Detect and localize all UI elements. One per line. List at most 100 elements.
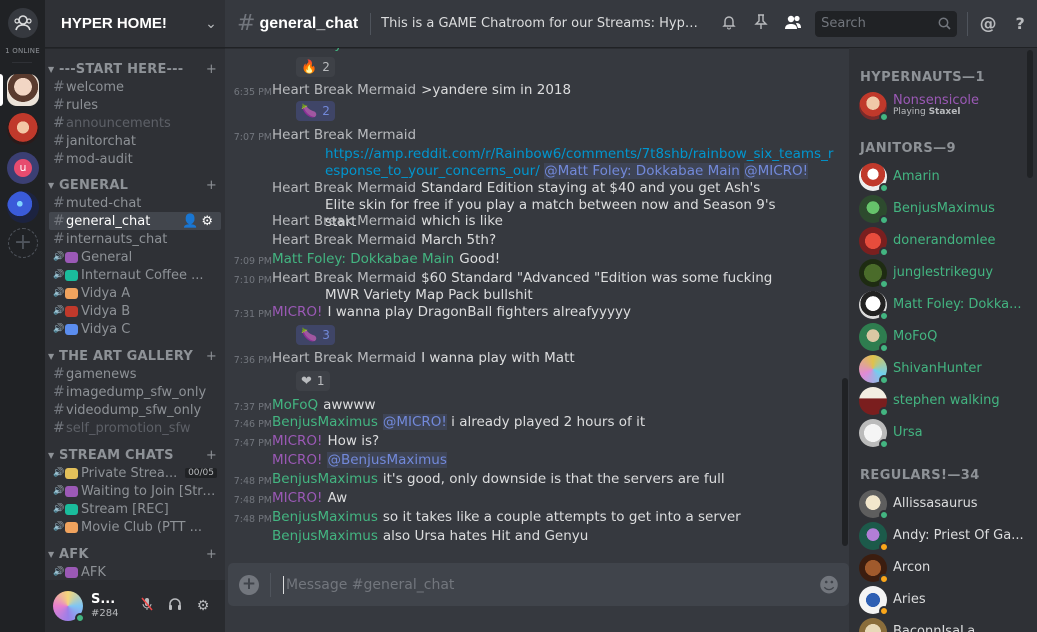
message-author[interactable]: Heart Break Mermaid (272, 82, 416, 98)
message-author[interactable]: MoFoQ (272, 397, 318, 413)
voice-channel-general[interactable]: 🔊 General (45, 248, 225, 266)
message-author[interactable]: Heart Break Mermaid (272, 127, 416, 143)
message-author[interactable]: MICRO! (272, 452, 322, 468)
voice-channel-private-strea[interactable]: 🔊 Private Strea... 00/05 (45, 464, 225, 482)
add-channel-icon[interactable]: + (206, 178, 217, 193)
invite-icon[interactable]: 👤 (182, 214, 198, 229)
server-icon-red-avatar[interactable] (7, 113, 39, 145)
message-author[interactable]: MICRO! (272, 304, 322, 320)
voice-channel-afk[interactable]: 🔊 AFK (45, 563, 225, 581)
text-channel-muted-chat[interactable]: # muted-chat (45, 194, 225, 212)
mentions-button[interactable]: @ (972, 14, 1004, 34)
add-server-button[interactable]: + (8, 228, 38, 258)
category-header[interactable]: ▼ STREAM CHATS + (45, 447, 225, 464)
add-channel-icon[interactable]: + (206, 448, 217, 463)
member-item[interactable]: donerandomlee (859, 226, 1029, 257)
avatar[interactable] (53, 591, 85, 623)
search-input[interactable]: Search (821, 16, 938, 31)
message-scrollbar[interactable] (841, 48, 849, 554)
user-mention[interactable]: @MICRO! (744, 163, 809, 179)
member-item[interactable]: Allissasaurus (859, 489, 1029, 520)
text-channel-internauts-chat[interactable]: # internauts_chat (45, 230, 225, 248)
add-channel-icon[interactable]: + (206, 547, 217, 562)
category-header[interactable]: ▼ THE ART GALLERY + (45, 348, 225, 365)
add-channel-icon[interactable]: + (206, 62, 217, 77)
text-channel-imagedump-sfw-only[interactable]: # imagedump_sfw_only (45, 383, 225, 401)
reaction[interactable]: 🔥 2 (296, 57, 335, 77)
voice-channel-waiting-to-join-stre[interactable]: 🔊 Waiting to Join [Stre... (45, 482, 225, 500)
guild-header[interactable]: HYPER HOME! ⌄ (45, 0, 225, 48)
user-mention[interactable]: @MICRO! (382, 414, 447, 430)
server-icon-hyper-home[interactable] (7, 74, 39, 106)
user-settings-button[interactable]: ⚙ (189, 598, 217, 614)
message-author[interactable]: MICRO! (272, 490, 322, 506)
member-item[interactable]: MoFoQ (859, 322, 1029, 353)
pinned-messages-button[interactable] (745, 13, 777, 34)
notification-bell-button[interactable] (713, 14, 745, 34)
server-icon-blue[interactable] (7, 191, 39, 223)
home-friends-button[interactable] (8, 8, 38, 38)
user-mention[interactable]: @Matt Foley: Dokkabae Main (544, 163, 740, 179)
message-author[interactable]: Matt Foley: Dokkabae Main (272, 48, 454, 52)
voice-channel-stream-rec[interactable]: 🔊 Stream [REC] (45, 500, 225, 518)
member-item[interactable]: Aries (859, 585, 1029, 616)
member-item[interactable]: Arcon (859, 553, 1029, 584)
message-author[interactable]: BenjusMaximus (272, 509, 378, 525)
user-info[interactable]: S... #284 (91, 593, 133, 619)
text-channel-gamenews[interactable]: # gamenews (45, 365, 225, 383)
member-item[interactable]: stephen walking (859, 386, 1029, 417)
text-channel-self-promotion-sfw[interactable]: # self_promotion_sfw (45, 419, 225, 437)
voice-channel-vidya-a[interactable]: 🔊 Vidya A (45, 284, 225, 302)
voice-channel-vidya-b[interactable]: 🔊 Vidya B (45, 302, 225, 320)
reaction[interactable]: 🍆 3 (296, 325, 335, 345)
server-icon-u[interactable]: u (7, 152, 39, 184)
voice-channel-vidya-c[interactable]: 🔊 Vidya C (45, 320, 225, 338)
message-author[interactable]: Heart Break Mermaid (272, 232, 416, 248)
text-channel-videodump-sfw-only[interactable]: # videodump_sfw_only (45, 401, 225, 419)
gear-icon[interactable]: ⚙ (201, 214, 213, 229)
member-item[interactable]: BenjusMaximus (859, 194, 1029, 225)
deafen-button[interactable] (161, 597, 189, 615)
message-author[interactable]: Heart Break Mermaid (272, 213, 416, 229)
emoji-picker-button[interactable]: ☻ (809, 573, 849, 597)
search-box[interactable]: Search (815, 10, 958, 37)
member-item[interactable]: Nonsensicole Playing Staxel (859, 91, 1029, 122)
text-channel-welcome[interactable]: # welcome (45, 78, 225, 96)
upload-button[interactable]: + (228, 563, 270, 606)
member-item[interactable]: Matt Foley: Dokka... (859, 290, 1029, 321)
member-item[interactable]: Ursa (859, 418, 1029, 449)
member-item[interactable]: junglestrikeguy (859, 258, 1029, 289)
category-header[interactable]: ▼ AFK + (45, 546, 225, 563)
member-item[interactable]: Andy: Priest Of Ga... (859, 521, 1029, 552)
text-channel-mod-audit[interactable]: # mod-audit (45, 150, 225, 168)
scroll-thumb[interactable] (842, 378, 848, 546)
message-author[interactable]: Heart Break Mermaid (272, 180, 416, 196)
chevron-down-icon[interactable]: ⌄ (197, 16, 225, 32)
message-author[interactable]: BenjusMaximus (272, 414, 378, 430)
user-mention[interactable]: @BenjusMaximus (327, 452, 447, 468)
reaction[interactable]: 🍆 2 (296, 101, 335, 121)
message-author[interactable]: BenjusMaximus (272, 471, 378, 487)
message-author[interactable]: MICRO! (272, 433, 322, 449)
mute-mic-button[interactable] (133, 597, 161, 615)
add-channel-icon[interactable]: + (206, 349, 217, 364)
text-channel-janitorchat[interactable]: # janitorchat (45, 132, 225, 150)
category-header[interactable]: ▼ GENERAL + (45, 177, 225, 194)
member-item[interactable]: BaconnIsaLa... (859, 617, 1029, 632)
member-item[interactable]: ShivanHunter (859, 354, 1029, 385)
text-channel-announcements[interactable]: # announcements (45, 114, 225, 132)
member-list-button[interactable] (777, 14, 809, 34)
voice-channel-movie-club-ptt[interactable]: 🔊 Movie Club (PTT ... (45, 518, 225, 536)
message-input[interactable] (283, 575, 809, 594)
member-item[interactable]: Amarin (859, 162, 1029, 193)
help-button[interactable]: ? (1004, 14, 1036, 33)
message-author[interactable]: Heart Break Mermaid (272, 270, 416, 286)
message-author[interactable]: Matt Foley: Dokkabae Main (272, 251, 454, 267)
category-header[interactable]: ▼ ---START HERE--- + (45, 61, 225, 78)
voice-channel-internaut-coffee[interactable]: 🔊 Internaut Coffee ... (45, 266, 225, 284)
text-channel-rules[interactable]: # rules (45, 96, 225, 114)
text-channel-general-chat[interactable]: # general_chat 👤 ⚙ (49, 212, 221, 230)
message-author[interactable]: BenjusMaximus (272, 528, 378, 544)
message-author[interactable]: Heart Break Mermaid (272, 350, 416, 366)
reaction[interactable]: ❤ 1 (296, 371, 330, 391)
